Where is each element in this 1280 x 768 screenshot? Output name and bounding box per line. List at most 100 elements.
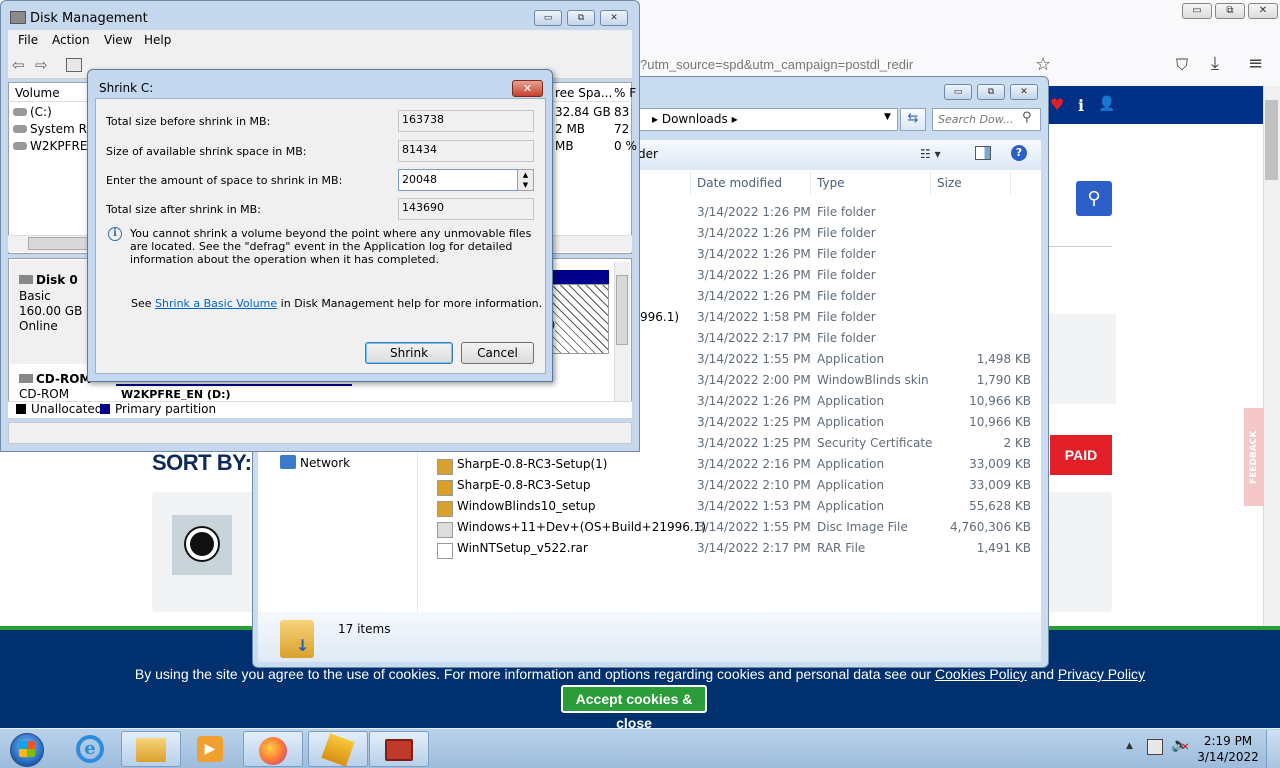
back-icon[interactable]: ⇦ xyxy=(12,56,25,74)
taskbar-installer[interactable] xyxy=(308,731,368,767)
heart-icon[interactable]: ♥ xyxy=(1050,95,1064,114)
column-volume[interactable]: Volume xyxy=(15,86,60,100)
volume-percent: 83 xyxy=(614,105,630,119)
field-size-after: 143690 xyxy=(398,198,534,220)
scrollbar-thumb[interactable] xyxy=(28,237,88,250)
explorer-close-button[interactable]: ✕ xyxy=(1010,84,1038,100)
dm-maximize-button[interactable]: ⧉ xyxy=(567,10,595,26)
cdrom-volume[interactable]: W2KPFRE_EN (D:) xyxy=(116,384,352,400)
explorer-minimize-button[interactable]: ▭ xyxy=(944,84,972,100)
console-icon[interactable] xyxy=(66,58,82,72)
window-title: Disk Management xyxy=(30,11,148,26)
file-type: Application xyxy=(817,352,885,366)
column-size[interactable]: Size xyxy=(937,176,962,190)
cookies-policy-link[interactable]: Cookies Policy xyxy=(935,666,1027,682)
user-icon[interactable]: 👤 xyxy=(1098,96,1115,112)
taskbar-internet-explorer[interactable]: e xyxy=(60,731,120,767)
field-available-space: 81434 xyxy=(398,140,534,162)
column-free-space[interactable]: ree Spa... xyxy=(555,86,612,100)
file-date: 3/14/2022 1:55 PM xyxy=(697,352,811,366)
cookie-text-main: By using the site you agree to the use o… xyxy=(134,666,932,682)
volume-name[interactable]: (C:) xyxy=(30,105,52,119)
partition-block[interactable] xyxy=(552,284,609,354)
tray-expand-icon[interactable]: ▲ xyxy=(1126,741,1133,751)
shrink-amount-input[interactable]: 20048 xyxy=(398,169,518,191)
shrink-button[interactable]: Shrink xyxy=(365,342,453,364)
menu-help[interactable]: Help xyxy=(144,33,171,47)
info-icon: i xyxy=(108,227,122,241)
file-type: File folder xyxy=(817,310,876,324)
url-bar[interactable]: ?utm_source=spd&utm_campaign=postdl_redi… xyxy=(640,57,913,72)
menu-view[interactable]: View xyxy=(104,33,132,47)
downloads-icon[interactable]: ⤓ xyxy=(1211,53,1219,74)
breadcrumb-downloads[interactable]: Downloads xyxy=(662,112,728,126)
file-date: 3/14/2022 1:26 PM xyxy=(697,289,811,303)
label-size-before: Total size before shrink in MB: xyxy=(106,115,271,128)
toolbar-new-folder[interactable]: der xyxy=(638,147,658,161)
menu-action[interactable]: Action xyxy=(52,33,90,47)
dm-close-button[interactable]: ✕ xyxy=(600,10,628,26)
scrollbar-thumb[interactable] xyxy=(616,275,628,345)
column-type[interactable]: Type xyxy=(817,176,845,190)
file-size: 33,009 KB xyxy=(969,478,1031,492)
file-size: 10,966 KB xyxy=(969,415,1031,429)
clock[interactable]: 2:19 PM 3/14/2022 xyxy=(1196,733,1260,765)
column-percent-free[interactable]: % F xyxy=(614,86,636,100)
view-options-icon[interactable]: ☷ ▾ xyxy=(920,147,941,161)
menu-file[interactable]: File xyxy=(18,33,38,47)
help-icon[interactable]: ? xyxy=(1011,145,1027,161)
column-date-modified[interactable]: Date modified xyxy=(697,176,782,190)
volume-free: 32.84 GB xyxy=(555,105,611,119)
browser-minimize-button[interactable]: ▭ xyxy=(1182,3,1212,19)
file-size: 1,498 KB xyxy=(976,352,1031,366)
file-size xyxy=(935,247,1031,268)
explorer-maximize-button[interactable]: ⧉ xyxy=(977,84,1005,100)
breadcrumb[interactable]: ▸ Downloads ▸ xyxy=(652,112,738,126)
info-icon[interactable]: i xyxy=(1078,96,1084,115)
cancel-button[interactable]: Cancel xyxy=(461,342,534,364)
cookie-text-and: and xyxy=(1030,666,1055,682)
nav-network[interactable]: Network xyxy=(300,456,350,470)
browser-close-button[interactable]: ✕ xyxy=(1248,3,1278,19)
shrink-amount-stepper[interactable]: ▲ ▼ xyxy=(517,169,534,191)
taskbar-media-player[interactable]: ▶ xyxy=(180,731,240,767)
accept-cookies-button[interactable]: Accept cookies & close xyxy=(561,685,707,731)
pocket-icon[interactable]: ⛉ xyxy=(1176,55,1188,75)
network-tray-icon[interactable] xyxy=(1147,739,1163,755)
address-dropdown-icon[interactable]: ▼ xyxy=(884,112,891,122)
refresh-button[interactable]: ⇆ xyxy=(900,108,926,131)
paid-button[interactable]: PAID xyxy=(1050,435,1112,475)
label-size-after: Total size after shrink in MB: xyxy=(106,203,261,216)
help-link[interactable]: Shrink a Basic Volume xyxy=(155,297,277,310)
details-pane-overlay xyxy=(258,612,1041,662)
disk0-label[interactable]: Disk 0 xyxy=(19,273,78,287)
feedback-tab[interactable]: FEEDBACK xyxy=(1244,408,1264,506)
site-search-button[interactable]: ⚲ xyxy=(1076,181,1112,216)
divider xyxy=(810,172,811,194)
menu-icon[interactable]: ≡ xyxy=(1248,53,1263,74)
file-name: WinNTSetup_v522.rar xyxy=(457,541,588,555)
taskbar-disk-management[interactable] xyxy=(369,731,429,767)
file-name: Windows+11+Dev+(OS+Build+21996.1) xyxy=(457,520,707,534)
taskbar-explorer[interactable] xyxy=(121,731,181,767)
preview-pane-icon[interactable] xyxy=(975,146,991,160)
scrollbar-thumb[interactable] xyxy=(1265,100,1278,180)
status-bar xyxy=(8,422,632,444)
cdrom-label-text: CD-ROM xyxy=(36,372,92,386)
file-date: 3/14/2022 2:17 PM xyxy=(697,541,811,555)
file-size: 33,009 KB xyxy=(969,457,1031,471)
show-desktop-button[interactable] xyxy=(1266,730,1280,768)
dm-minimize-button[interactable]: ▭ xyxy=(534,10,562,26)
file-type: RAR File xyxy=(817,541,866,555)
eye-icon xyxy=(186,528,218,560)
legend-primary: Primary partition xyxy=(115,402,217,416)
file-size xyxy=(935,205,1031,226)
privacy-policy-link[interactable]: Privacy Policy xyxy=(1058,666,1145,682)
browser-restore-button[interactable]: ⧉ xyxy=(1215,3,1245,19)
taskbar-firefox[interactable] xyxy=(243,731,303,767)
cdrom-label[interactable]: CD-ROM xyxy=(19,372,91,386)
bookmark-star-icon[interactable]: ☆ xyxy=(1035,54,1051,75)
dialog-close-button[interactable]: ✕ xyxy=(512,80,543,97)
file-type: Application xyxy=(817,415,885,429)
forward-icon[interactable]: ⇨ xyxy=(35,56,48,74)
